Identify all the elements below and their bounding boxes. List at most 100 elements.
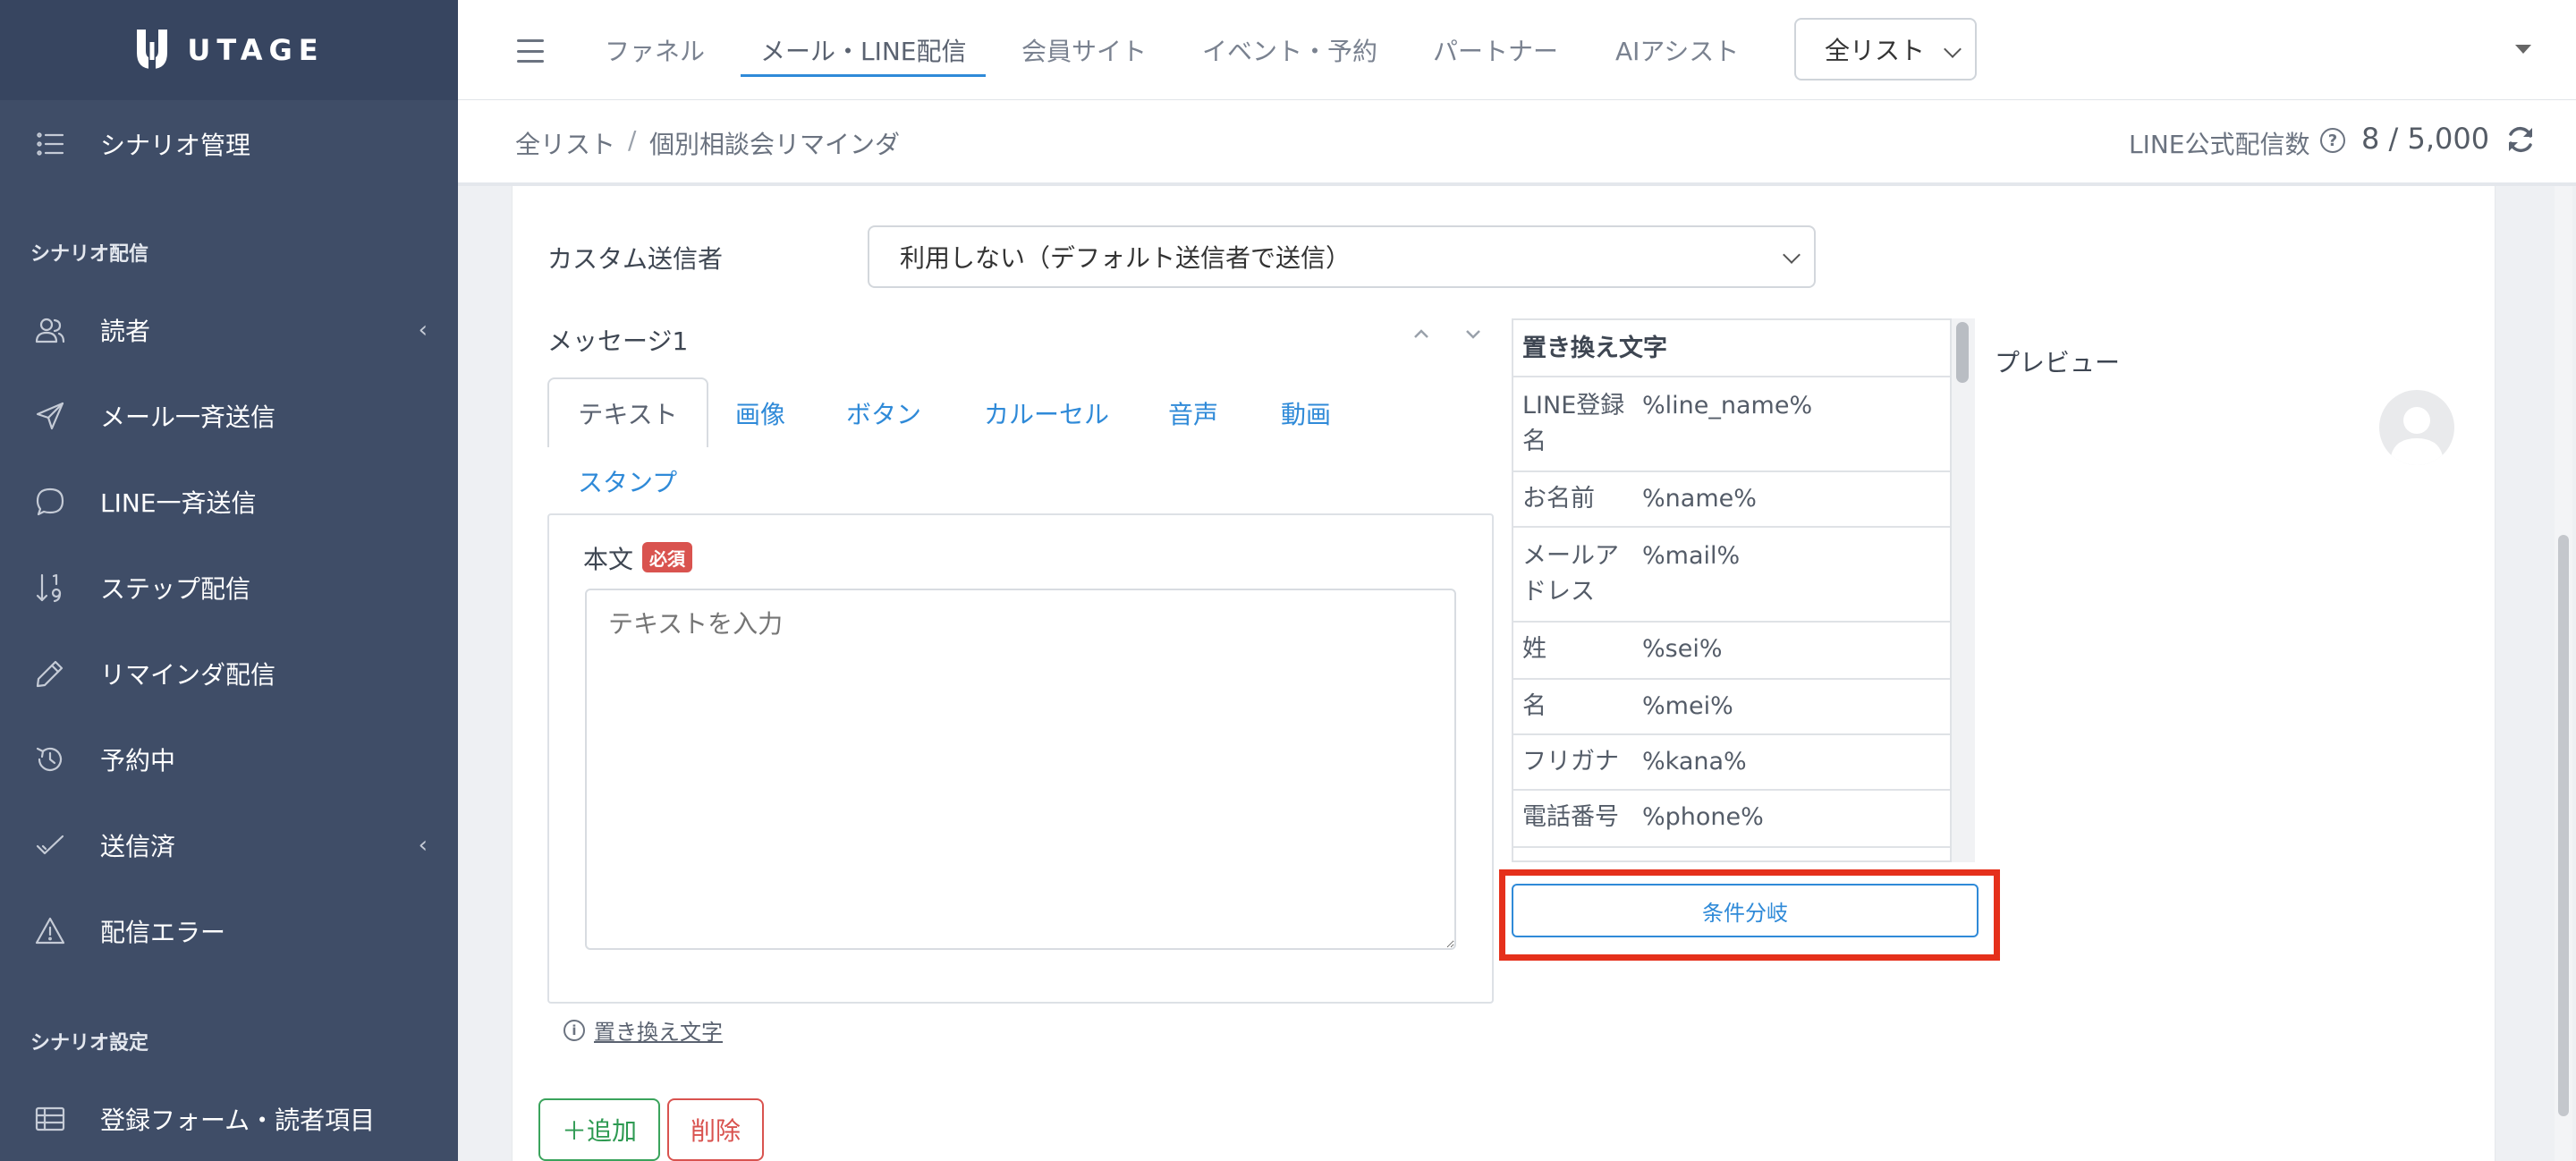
tab-sticker[interactable]: スタンプ xyxy=(578,463,677,499)
replacement-table[interactable]: 置き換え文字 LINE登録 名 %line_name% お名前 %name% メ… xyxy=(1512,318,1952,862)
replacement-key: メールア ドレス xyxy=(1522,542,1619,606)
line-quota-value: 8 / 5,000 xyxy=(2361,122,2490,156)
replacement-key: LINE登録 名 xyxy=(1522,392,1625,455)
sidebar-item-label: 読者 xyxy=(100,317,151,346)
table-row: 電話番号 %phone% xyxy=(1513,791,1950,848)
replacement-key: 姓 xyxy=(1522,635,1546,663)
sidebar-item-label: ステップ配信 xyxy=(100,574,251,604)
tab-events[interactable]: イベント・予約 xyxy=(1202,32,1377,68)
breadcrumb: 全リスト / 個別相談会リマインダ LINE公式配信数 ? 8 / 5,000 xyxy=(458,100,2576,186)
scrollbar-thumb[interactable] xyxy=(1956,322,1969,383)
sidebar-item-label: 予約中 xyxy=(100,746,176,775)
top-navbar: ファネル メール・LINE配信 会員サイト イベント・予約 パートナー AIアシ… xyxy=(458,0,2576,100)
breadcrumb-separator: / xyxy=(628,125,637,155)
required-badge: 必須 xyxy=(642,542,692,572)
chevron-down-icon xyxy=(1783,246,1801,264)
message-title: メッセージ1 xyxy=(547,326,689,356)
scrollbar-thumb[interactable] xyxy=(2558,535,2569,1116)
custom-sender-select[interactable]: 利用しない（デフォルト送信者で送信） xyxy=(868,225,1816,288)
replacement-value: %line_name% xyxy=(1642,392,1813,419)
tab-funnel[interactable]: ファネル xyxy=(605,32,705,68)
sidebar-item-step-delivery[interactable]: ステップ配信 xyxy=(0,556,458,619)
warning-icon xyxy=(32,913,68,949)
check-icon xyxy=(32,827,68,863)
tab-video[interactable]: 動画 xyxy=(1281,395,1331,431)
sidebar: UTAGE シナリオ管理 シナリオ配信 読者 ‹ メール一斉送信 LINE一斉送… xyxy=(0,0,458,1161)
sidebar-item-line-broadcast[interactable]: LINE一斉送信 xyxy=(0,470,458,533)
table-row: メールア ドレス %mail% xyxy=(1513,528,1950,623)
breadcrumb-item-all-list[interactable]: 全リスト xyxy=(515,125,615,161)
sidebar-heading-scenario-delivery: シナリオ配信 xyxy=(30,243,149,266)
page-scrollbar[interactable] xyxy=(2555,186,2572,1161)
highlight-box xyxy=(1499,869,2000,961)
hamburger-menu-icon[interactable] xyxy=(517,39,544,63)
replacement-value: %mei% xyxy=(1642,692,1733,720)
sidebar-item-scheduled[interactable]: 予約中 xyxy=(0,728,458,791)
sidebar-item-email-broadcast[interactable]: メール一斉送信 xyxy=(0,385,458,447)
refresh-icon[interactable] xyxy=(2504,123,2537,156)
table-row: LINE登録 名 %line_name% xyxy=(1513,377,1950,472)
tab-button[interactable]: ボタン xyxy=(846,395,921,431)
sidebar-item-sent[interactable]: 送信済 ‹ xyxy=(0,814,458,877)
sidebar-item-label: シナリオ管理 xyxy=(100,131,251,160)
sidebar-heading-scenario-settings: シナリオ設定 xyxy=(30,1032,149,1055)
table-row: お名前 %name% xyxy=(1513,472,1950,528)
breadcrumb-item-current: 個別相談会リマインダ xyxy=(649,130,901,159)
list-select[interactable]: 全リスト xyxy=(1794,18,1977,81)
help-icon[interactable]: ? xyxy=(2320,128,2345,153)
brand[interactable]: UTAGE xyxy=(0,0,458,100)
sidebar-item-registration-form[interactable]: 登録フォーム・読者項目 xyxy=(0,1088,458,1150)
user-menu-caret-icon[interactable] xyxy=(2515,45,2531,54)
replacement-key: お名前 xyxy=(1522,485,1595,513)
preview-label: プレビュー xyxy=(1995,348,2121,377)
replacement-value: %mail% xyxy=(1642,542,1741,570)
replacement-key: フリガナ xyxy=(1522,748,1619,775)
list-icon xyxy=(32,126,68,162)
tab-text[interactable]: テキスト xyxy=(547,377,708,447)
list-select-value: 全リスト xyxy=(1825,36,1926,65)
replacement-help[interactable]: i 置き換え文字 xyxy=(564,1014,723,1046)
sidebar-item-label: メール一斉送信 xyxy=(100,403,276,432)
table-header-row: 置き換え文字 xyxy=(1513,320,1950,377)
table-icon xyxy=(32,1101,68,1137)
avatar xyxy=(2379,390,2454,465)
custom-sender-value: 利用しない（デフォルト送信者で送信） xyxy=(900,243,1352,273)
sidebar-item-delivery-errors[interactable]: 配信エラー xyxy=(0,900,458,962)
chevron-left-icon: ‹ xyxy=(418,832,428,859)
tab-audio[interactable]: 音声 xyxy=(1168,395,1218,431)
chevron-down-icon xyxy=(1944,40,1962,58)
replacement-value: %kana% xyxy=(1642,748,1747,775)
body-textarea[interactable] xyxy=(585,589,1456,950)
replacement-table-scrollbar[interactable] xyxy=(1952,318,1975,862)
chat-bubble-icon xyxy=(32,484,68,520)
sidebar-item-label: LINE一斉送信 xyxy=(100,488,257,518)
move-up-icon[interactable] xyxy=(1411,324,1431,343)
tab-mail-line[interactable]: メール・LINE配信 xyxy=(760,32,967,68)
tab-ai-assist[interactable]: AIアシスト xyxy=(1615,32,1739,68)
send-icon xyxy=(32,398,68,434)
move-down-icon[interactable] xyxy=(1463,324,1483,343)
table-row: 姓 %sei% xyxy=(1513,623,1950,680)
line-quota-label: LINE公式配信数 xyxy=(2129,130,2310,159)
active-tab-indicator xyxy=(741,74,986,77)
sidebar-item-readers[interactable]: 読者 ‹ xyxy=(0,299,458,361)
replacement-key: 電話番号 xyxy=(1522,803,1619,831)
sidebar-item-reminder-delivery[interactable]: リマインダ配信 xyxy=(0,642,458,705)
body-label: 本文 xyxy=(583,545,634,574)
table-header: 置き換え文字 xyxy=(1522,335,1667,362)
tab-carousel[interactable]: カルーセル xyxy=(984,395,1109,431)
replacement-value: %sei% xyxy=(1642,635,1723,663)
user-silhouette-icon xyxy=(2390,407,2444,465)
brand-name: UTAGE xyxy=(187,33,325,67)
replacement-link[interactable]: 置き換え文字 xyxy=(594,1014,723,1046)
add-message-button[interactable]: ＋追加 xyxy=(538,1098,660,1161)
tab-member-site[interactable]: 会員サイト xyxy=(1021,32,1147,68)
delete-message-button[interactable]: 削除 xyxy=(667,1098,764,1161)
tab-partner[interactable]: パートナー xyxy=(1433,32,1558,68)
tab-image[interactable]: 画像 xyxy=(735,395,785,431)
history-icon xyxy=(32,742,68,777)
info-icon: i xyxy=(564,1019,585,1041)
table-row: 名 %mei% xyxy=(1513,680,1950,735)
sidebar-item-scenario-management[interactable]: シナリオ管理 xyxy=(0,113,458,175)
table-row: フリガナ %kana% xyxy=(1513,735,1950,791)
